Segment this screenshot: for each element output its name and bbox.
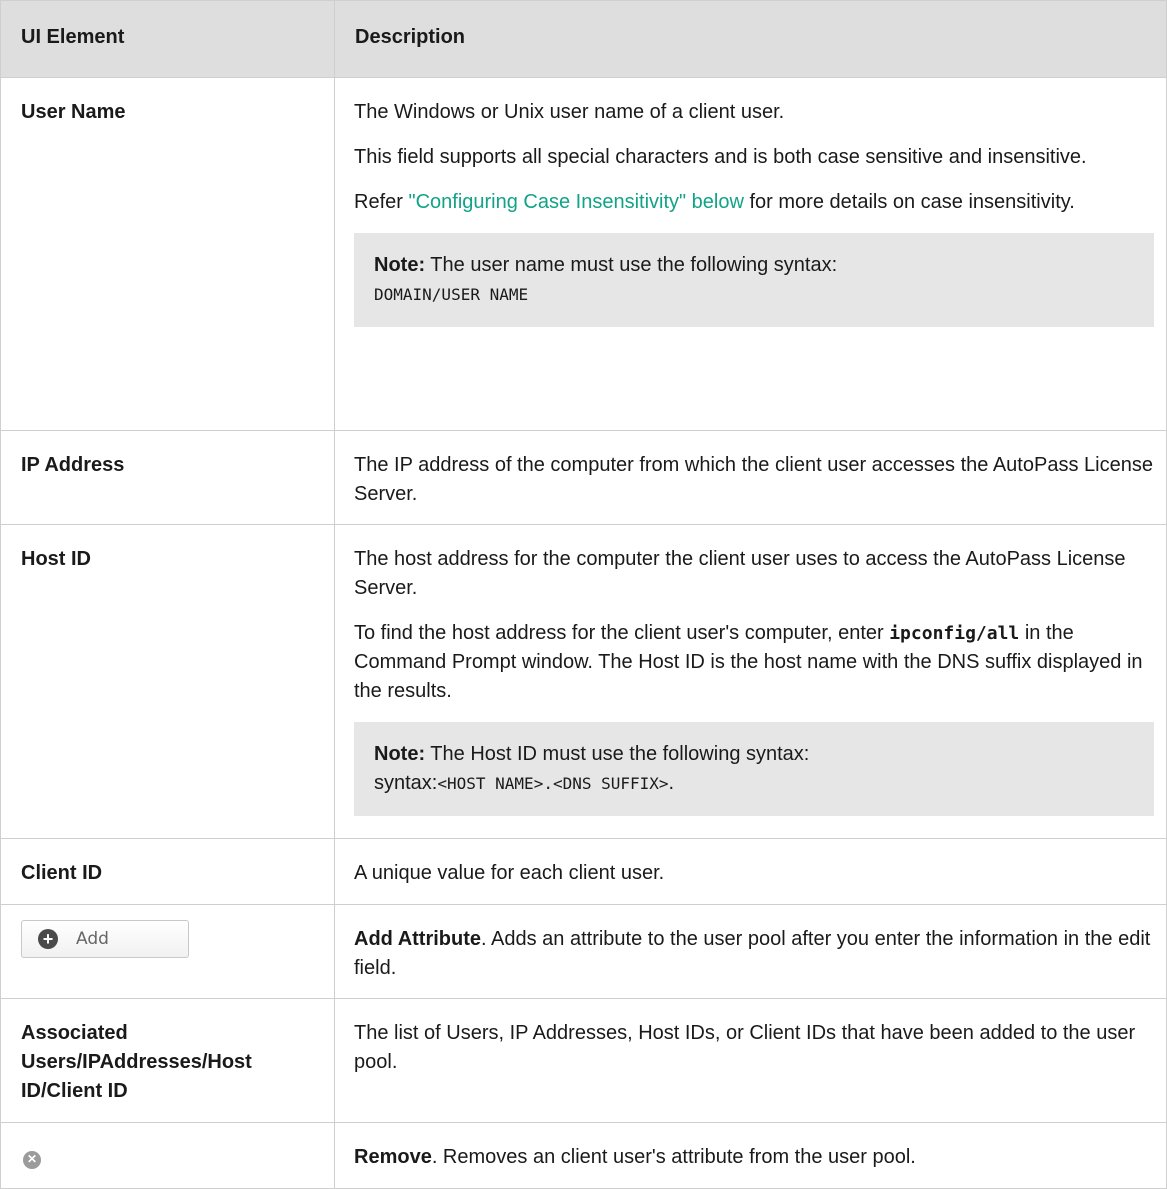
row-label-associated: Associated Users/IPAddresses/Host ID/Cli…: [0, 998, 335, 1123]
row-description-ip-address: The IP address of the computer from whic…: [334, 430, 1167, 525]
table-row: Client ID A unique value for each client…: [0, 838, 1167, 905]
row-description-associated: The list of Users, IP Addresses, Host ID…: [334, 998, 1167, 1123]
description-text: The IP address of the computer from whic…: [354, 454, 1153, 505]
row-label-add: + Add: [0, 904, 335, 999]
syntax-code: DOMAIN/USER NAME: [374, 285, 529, 304]
description-text: This field supports all special characte…: [354, 146, 1087, 168]
table-row: Host ID The host address for the compute…: [0, 524, 1167, 839]
syntax-code: <HOST NAME>.<DNS SUFFIX>: [437, 774, 669, 793]
row-label-remove: ✕: [0, 1122, 335, 1189]
row-label-ip-address: IP Address: [0, 430, 335, 525]
header-ui-element: UI Element: [0, 0, 335, 78]
description-text: To find the host address for the client …: [354, 622, 1143, 702]
row-description-user-name: The Windows or Unix user name of a clien…: [334, 77, 1167, 431]
row-label-host-id: Host ID: [0, 524, 335, 839]
add-button[interactable]: + Add: [21, 920, 189, 958]
remove-term: Remove: [354, 1146, 432, 1168]
ui-element-table: UI Element Description User Name The Win…: [0, 0, 1167, 1189]
note-box: Note: The user name must use the followi…: [354, 233, 1154, 327]
table-row: Associated Users/IPAddresses/Host ID/Cli…: [0, 998, 1167, 1123]
description-text: Refer "Configuring Case Insensitivity" b…: [354, 191, 1075, 213]
row-description-host-id: The host address for the computer the cl…: [334, 524, 1167, 839]
table-header-row: UI Element Description: [0, 0, 1167, 78]
command-code: ipconfig/all: [889, 623, 1020, 644]
table-row: ✕ Remove. Removes an client user's attri…: [0, 1122, 1167, 1189]
table-row: User Name The Windows or Unix user name …: [0, 77, 1167, 431]
note-box: Note: The Host ID must use the following…: [354, 722, 1154, 816]
case-insensitivity-link[interactable]: "Configuring Case Insensitivity" below: [408, 191, 743, 213]
row-description-remove: Remove. Removes an client user's attribu…: [334, 1122, 1167, 1189]
row-label-client-id: Client ID: [0, 838, 335, 905]
note-label: Note:: [374, 743, 426, 765]
row-description-client-id: A unique value for each client user.: [334, 838, 1167, 905]
description-text: The Windows or Unix user name of a clien…: [354, 101, 785, 123]
add-attribute-term: Add Attribute: [354, 928, 482, 950]
note-label: Note:: [374, 254, 426, 276]
plus-circle-icon: +: [38, 929, 58, 949]
table-row: IP Address The IP address of the compute…: [0, 430, 1167, 525]
header-description: Description: [334, 0, 1167, 78]
row-label-user-name: User Name: [0, 77, 335, 431]
table-row: + Add Add Attribute. Adds an attribute t…: [0, 904, 1167, 999]
add-button-label: Add: [76, 928, 109, 949]
row-description-add: Add Attribute. Adds an attribute to the …: [334, 904, 1167, 999]
description-text: The host address for the computer the cl…: [354, 548, 1126, 599]
